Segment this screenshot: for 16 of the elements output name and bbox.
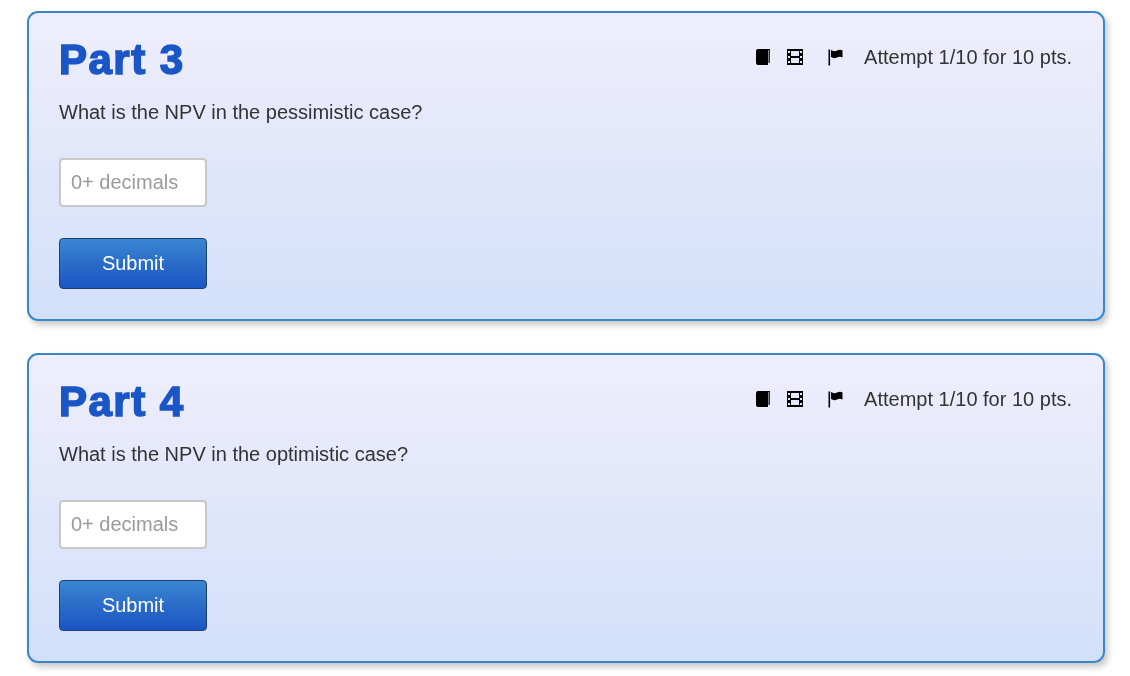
answer-field[interactable]: 0+ decimals xyxy=(59,500,207,549)
question-text: What is the NPV in the optimistic case? xyxy=(59,442,410,466)
film-icon[interactable] xyxy=(786,390,805,408)
film-icon[interactable] xyxy=(786,48,805,66)
flag-icon[interactable] xyxy=(828,48,844,66)
question-text: What is the NPV in the pessimistic case? xyxy=(59,100,424,124)
book-icon[interactable] xyxy=(755,48,772,66)
answer-field[interactable]: 0+ decimals xyxy=(59,158,207,207)
attempt-info: Attempt 1/10 for 10 pts. xyxy=(864,387,1072,411)
flag-icon[interactable] xyxy=(828,390,844,408)
book-icon[interactable] xyxy=(755,390,772,408)
submit-button[interactable]: Submit xyxy=(59,238,207,289)
part-title: Part 4 xyxy=(59,379,185,425)
attempt-info: Attempt 1/10 for 10 pts. xyxy=(864,45,1072,69)
part-title: Part 3 xyxy=(59,37,185,83)
submit-button[interactable]: Submit xyxy=(59,580,207,631)
